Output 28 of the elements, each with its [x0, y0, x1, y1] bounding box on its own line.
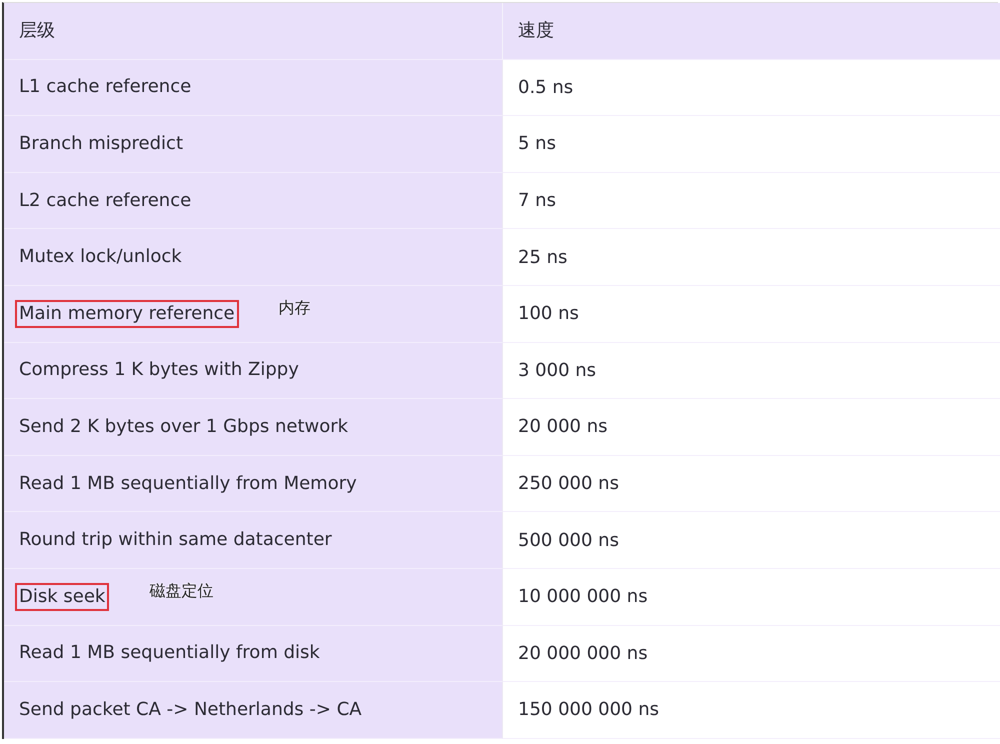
table-cell: 100 ns [502, 286, 1000, 343]
table-cell: Read 1 MB sequentially from disk [19, 641, 320, 666]
annotation-note: 内存 [278, 296, 311, 319]
table-cell: Mutex lock/unlock [19, 245, 182, 270]
table-cell: Send packet CA -> Netherlands -> CA [19, 698, 362, 722]
table-cell: 10 000 000 ns [502, 568, 1000, 626]
table-cell: Main memory reference [15, 300, 239, 328]
table-cell: Branch mispredict [19, 132, 184, 156]
table-cell: 25 ns [502, 229, 1000, 286]
table-cell: 20 000 000 ns [502, 626, 1000, 682]
table-cell: 150 000 000 ns [502, 682, 1000, 739]
table-cell: 5 ns [502, 116, 1000, 173]
table-cell: 7 ns [502, 172, 1000, 230]
table-cell: Send 2 K bytes over 1 Gbps network [19, 414, 348, 439]
column-header: 速度 [502, 3, 1000, 60]
table-cell: 3 000 ns [502, 342, 1000, 400]
table-cell: L1 cache reference [19, 75, 192, 100]
table-cell: 20 000 ns [502, 399, 1000, 456]
table-cell: Disk seek [15, 582, 110, 611]
annotation-note: 磁盘定位 [149, 580, 214, 602]
table-cell: Read 1 MB sequentially from Memory [19, 472, 357, 496]
table-cell: 250 000 ns [502, 456, 1000, 512]
table-cell: 0.5 ns [502, 60, 1000, 116]
table-cell: L2 cache reference [19, 188, 192, 213]
table-cell: Compress 1 K bytes with Zippy [19, 358, 299, 382]
column-header: 层级 [4, 3, 502, 60]
table-cell: Round trip within same datacenter [19, 528, 332, 552]
table-cell: 500 000 ns [502, 512, 1000, 569]
